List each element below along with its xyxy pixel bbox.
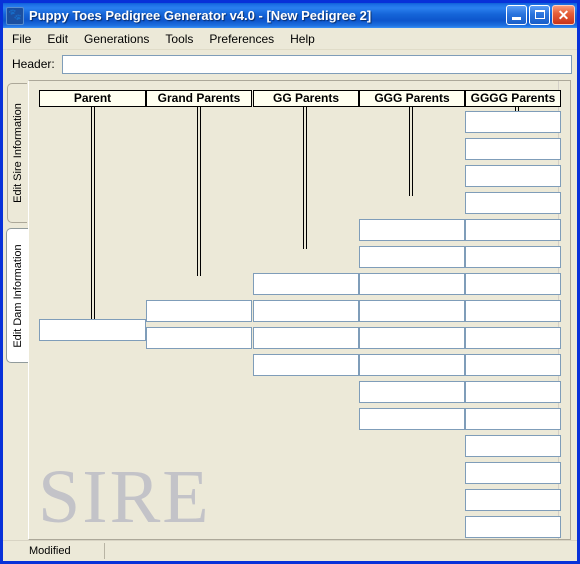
pedigree-box-gggg-parents-7[interactable] [465, 273, 561, 295]
column-header-gggg-parents: GGGG Parents [465, 90, 561, 107]
side-tab-strip: Edit Sire Information Edit Dam Informati… [6, 83, 29, 538]
application-window: 🐾 Puppy Toes Pedigree Generator v4.0 - [… [0, 0, 580, 564]
window-controls: ✕ [506, 5, 575, 25]
pedigree-box-gggg-parents-8[interactable] [465, 300, 561, 322]
connector-line-ggg-parents [409, 106, 413, 196]
column-header-parent: Parent [39, 90, 146, 107]
menu-item-generations[interactable]: Generations [77, 30, 156, 48]
pedigree-panel: SIRE Parent Grand Parents GG Parents GGG… [28, 80, 571, 540]
menu-bar: File Edit Generations Tools Preferences … [3, 28, 577, 50]
close-button[interactable]: ✕ [552, 5, 575, 25]
menu-item-file[interactable]: File [5, 30, 38, 48]
status-pane-secondary [107, 543, 577, 559]
sidebar-item-edit-dam-information[interactable]: Edit Dam Information [6, 228, 28, 363]
column-header-ggg-parents: GGG Parents [359, 90, 465, 107]
pedigree-box-gggg-parents-9[interactable] [465, 327, 561, 349]
pedigree-box-gggg-parents-4[interactable] [465, 192, 561, 214]
close-icon: ✕ [557, 7, 570, 23]
pedigree-box-ggg-parents-4[interactable] [359, 300, 465, 322]
pedigree-box-ggg-parents-5[interactable] [359, 327, 465, 349]
header-row: Header: [3, 51, 577, 77]
pedigree-box-gggg-parents-13[interactable] [465, 435, 561, 457]
title-bar: 🐾 Puppy Toes Pedigree Generator v4.0 - [… [3, 3, 577, 28]
connector-line-gg-parents [303, 106, 307, 249]
pedigree-box-gggg-parents-16[interactable] [465, 516, 561, 538]
menu-item-help[interactable]: Help [283, 30, 322, 48]
menu-item-preferences[interactable]: Preferences [202, 30, 281, 48]
status-pane-modified: Modified [5, 543, 105, 559]
header-input[interactable] [61, 54, 572, 74]
pedigree-box-ggg-parents-2[interactable] [359, 246, 465, 268]
pedigree-box-ggg-parents-1[interactable] [359, 219, 465, 241]
connector-line-parent [91, 106, 95, 324]
sidebar-item-edit-sire-information[interactable]: Edit Sire Information [7, 83, 27, 223]
pedigree-box-ggg-parents-7[interactable] [359, 381, 465, 403]
pedigree-box-gggg-parents-11[interactable] [465, 381, 561, 403]
menu-item-tools[interactable]: Tools [158, 30, 200, 48]
column-header-gg-parents: GG Parents [253, 90, 359, 107]
pedigree-box-gg-parents-3[interactable] [253, 327, 359, 349]
sire-watermark: SIRE [38, 455, 211, 539]
pedigree-box-gg-parents-2[interactable] [253, 300, 359, 322]
window-title: Puppy Toes Pedigree Generator v4.0 - [Ne… [29, 8, 372, 23]
pedigree-box-gggg-parents-1[interactable] [465, 111, 561, 133]
minimize-button[interactable] [506, 5, 527, 25]
pedigree-box-parent-1[interactable] [39, 319, 146, 341]
paw-icon: 🐾 [6, 6, 24, 25]
pedigree-box-grand-parents-2[interactable] [146, 327, 252, 349]
column-header-grand-parents: Grand Parents [146, 90, 252, 107]
pedigree-box-ggg-parents-3[interactable] [359, 273, 465, 295]
pedigree-box-gggg-parents-10[interactable] [465, 354, 561, 376]
pedigree-box-gggg-parents-3[interactable] [465, 165, 561, 187]
connector-line-grand-parents [197, 106, 201, 276]
maximize-button[interactable] [529, 5, 550, 25]
status-bar: Modified [3, 540, 577, 561]
pedigree-box-grand-parents-1[interactable] [146, 300, 252, 322]
pedigree-box-gggg-parents-5[interactable] [465, 219, 561, 241]
pedigree-box-gggg-parents-15[interactable] [465, 489, 561, 511]
sidebar-item-label: Edit Dam Information [11, 243, 24, 348]
pedigree-box-gggg-parents-14[interactable] [465, 462, 561, 484]
minimize-icon [512, 17, 521, 20]
pedigree-box-gg-parents-4[interactable] [253, 354, 359, 376]
pedigree-box-gg-parents-1[interactable] [253, 273, 359, 295]
header-label: Header: [12, 57, 55, 71]
pedigree-box-gggg-parents-6[interactable] [465, 246, 561, 268]
pedigree-box-ggg-parents-8[interactable] [359, 408, 465, 430]
sidebar-item-label: Edit Sire Information [11, 103, 24, 203]
pedigree-box-gggg-parents-12[interactable] [465, 408, 561, 430]
pedigree-box-ggg-parents-6[interactable] [359, 354, 465, 376]
maximize-icon [535, 10, 545, 19]
pedigree-box-gggg-parents-2[interactable] [465, 138, 561, 160]
menu-item-edit[interactable]: Edit [40, 30, 75, 48]
